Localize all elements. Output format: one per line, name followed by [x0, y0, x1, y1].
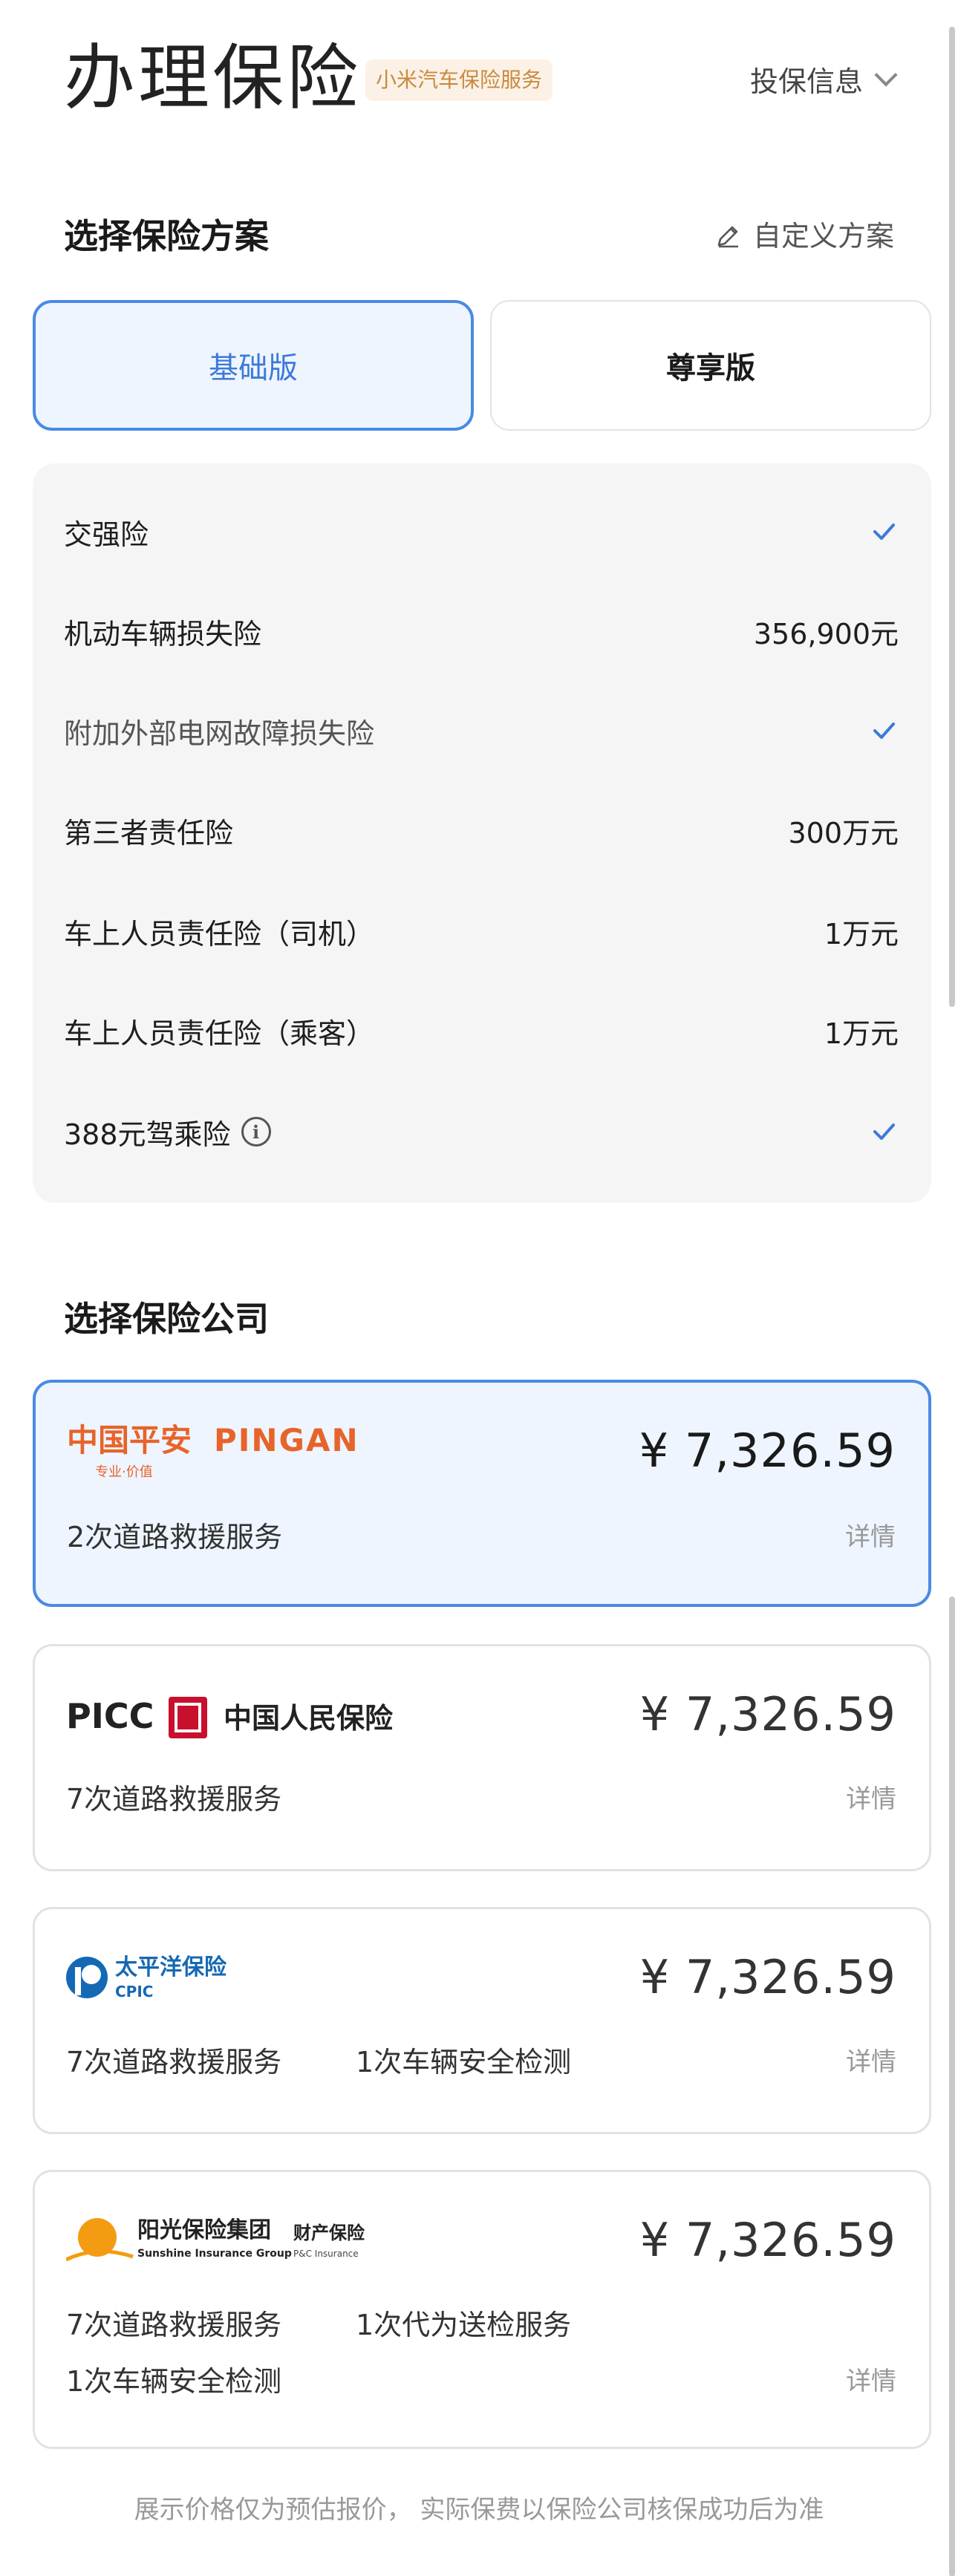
check-icon [869, 716, 899, 746]
sunshine-logo-en: Sunshine Insurance Group [137, 2248, 292, 2260]
price: ¥ 7,326.59 [639, 2213, 896, 2267]
coverage-item: 388元驾乘险 i [64, 1102, 899, 1161]
price-disclaimer: 展示价格仅为预估报价， 实际保费以保险公司核保成功后为准 [134, 2495, 824, 2525]
service-item: 1次车辆安全检测 [356, 2046, 572, 2078]
insure-info-label: 投保信息 [749, 65, 863, 98]
coverage-value: 300万元 [788, 816, 899, 850]
plan-tab-label: 基础版 [209, 351, 298, 385]
coverage-label: 附加外部电网故障损失险 [64, 717, 375, 750]
page-title: 办理保险 [64, 36, 361, 120]
sunshine-logo: 阳光保险集团 Sunshine Insurance Group 财产保险 P&C… [65, 2208, 408, 2275]
pingan-logo: 中国平安 PINGAN 专业·价值 [67, 1418, 394, 1485]
pingan-logo-cn: 中国平安 [67, 1422, 192, 1458]
company-card-cpic[interactable]: 太平洋保险 CPIC ¥ 7,326.59 7次道路救援服务 1次车辆安全检测 … [33, 1907, 931, 2134]
coverage-item: 交强险 [64, 502, 899, 561]
service-item: 7次道路救援服务 [66, 1783, 282, 1816]
pingan-logo-sub: 专业·价值 [95, 1464, 153, 1480]
cpic-logo-en: CPIC [115, 1983, 153, 2001]
sunshine-logo-badge-en: P&C Insurance [293, 2249, 359, 2259]
service-item: 2次道路救援服务 [67, 1521, 283, 1553]
price: ¥ 7,326.59 [639, 1424, 896, 1478]
company-section-title: 选择保险公司 [64, 1299, 269, 1339]
coverage-label: 车上人员责任险（乘客） [64, 1017, 375, 1050]
coverage-item: 车上人员责任险（乘客） 1万元 [64, 1001, 899, 1060]
plan-tab-basic[interactable]: 基础版 [33, 300, 474, 431]
custom-plan-label: 自定义方案 [752, 220, 894, 252]
scrollbar[interactable] [949, 1597, 955, 2576]
plan-tab-premium[interactable]: 尊享版 [490, 300, 931, 431]
coverage-value: 1万元 [824, 1017, 899, 1050]
coverage-item: 车上人员责任险（司机） 1万元 [64, 901, 899, 961]
service-item: 7次道路救援服务 [66, 2309, 282, 2341]
coverage-label: 第三者责任险 [64, 816, 234, 850]
coverage-value: 1万元 [824, 917, 899, 950]
coverage-label: 车上人员责任险（司机） [64, 917, 375, 950]
plan-section-title: 选择保险方案 [64, 216, 269, 256]
detail-link[interactable]: 详情 [846, 1778, 896, 1820]
detail-link[interactable]: 详情 [846, 2041, 896, 2083]
check-icon [869, 1117, 899, 1147]
chevron-down-icon [874, 63, 898, 87]
coverage-label: 交强险 [64, 518, 149, 551]
insurance-page: 办理保险 小米汽车保险服务 投保信息 选择保险方案 自定义方案 基础版 尊享版 … [0, 0, 958, 2576]
detail-link[interactable]: 详情 [845, 1516, 896, 1558]
service-tag: 小米汽车保险服务 [365, 59, 553, 101]
check-icon [869, 517, 899, 547]
coverage-list: 交强险 机动车辆损失险 356,900元 附加外部电网故障损失险 第三者责任险 … [33, 463, 931, 1203]
plan-tab-label: 尊享版 [666, 351, 755, 385]
coverage-item: 机动车辆损失险 356,900元 [64, 601, 899, 661]
picc-logo: PICC 中国人民保险 [66, 1682, 452, 1749]
coverage-label: 机动车辆损失险 [64, 617, 262, 650]
insure-info-dropdown[interactable]: 投保信息 [749, 58, 898, 100]
sunshine-logo-badge: 财产保险 [293, 2223, 365, 2243]
price: ¥ 7,326.59 [639, 1950, 896, 2004]
price: ¥ 7,326.59 [639, 1687, 896, 1741]
pingan-logo-en: PINGAN [214, 1422, 359, 1458]
service-item: 1次代为送检服务 [356, 2309, 572, 2341]
detail-link[interactable]: 详情 [846, 2361, 896, 2402]
pencil-icon [714, 223, 741, 250]
coverage-value: 356,900元 [753, 617, 899, 650]
coverage-item: 附加外部电网故障损失险 [64, 701, 899, 760]
company-card-pingan[interactable]: 中国平安 PINGAN 专业·价值 ¥ 7,326.59 2次道路救援服务 详情 [33, 1380, 931, 1607]
picc-logo-cn: 中国人民保险 [224, 1702, 394, 1735]
company-card-picc[interactable]: PICC 中国人民保险 ¥ 7,326.59 7次道路救援服务 详情 [33, 1644, 931, 1871]
coverage-item: 第三者责任险 300万元 [64, 800, 899, 860]
service-item: 1次车辆安全检测 [66, 2365, 282, 2398]
scrollbar[interactable] [949, 27, 955, 1007]
picc-logo-en: PICC [66, 1696, 154, 1736]
coverage-label: 388元驾乘险 [64, 1118, 231, 1151]
sunshine-logo-cn: 阳光保险集团 [137, 2217, 271, 2243]
cpic-logo: 太平洋保险 CPIC [66, 1945, 274, 2012]
service-item: 7次道路救援服务 [66, 2046, 282, 2078]
header: 办理保险 小米汽车保险服务 投保信息 [0, 0, 958, 149]
company-card-sunshine[interactable]: 阳光保险集团 Sunshine Insurance Group 财产保险 P&C… [33, 2170, 931, 2449]
cpic-logo-cn: 太平洋保险 [115, 1954, 227, 1980]
custom-plan-button[interactable]: 自定义方案 [714, 215, 894, 257]
coverage-label-wrap: 388元驾乘险 i [64, 1112, 271, 1152]
info-icon[interactable]: i [241, 1117, 271, 1147]
